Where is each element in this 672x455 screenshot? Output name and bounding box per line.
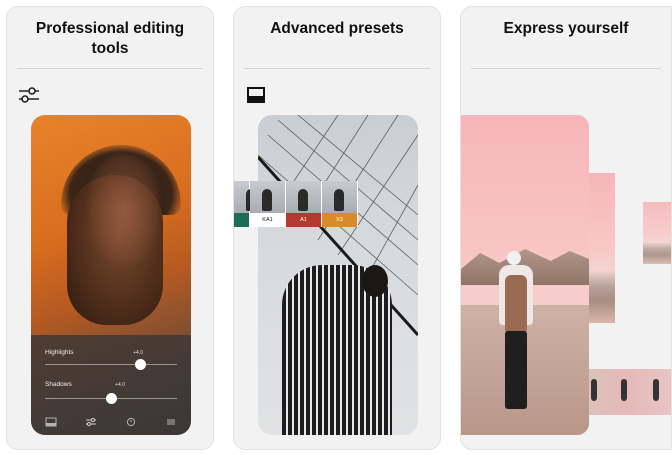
slider-label-shadows: Shadows — [45, 381, 72, 388]
editor-phone-screen: Highlights +4.0 Shadows +4.0 — [31, 115, 191, 435]
slider-value-highlights: +4.0 — [133, 350, 143, 356]
slider-knob-highlights[interactable] — [134, 359, 146, 370]
editor-toolbar — [31, 415, 191, 429]
slider-value-shadows: +4.0 — [115, 382, 125, 388]
presets-icon[interactable] — [45, 417, 57, 427]
preset-strip: KA1 A1 X3 — [234, 181, 358, 227]
presets-phone-screen — [258, 115, 418, 435]
preset-thumbnail-ka1[interactable]: KA1 — [250, 181, 286, 227]
adjustment-panel: Highlights +4.0 Shadows +4.0 — [31, 335, 191, 435]
feature-card-advanced-presets: Advanced presets KA1 A1 X3 — [233, 6, 441, 450]
preset-thumbnail-x3[interactable]: X3 — [322, 181, 358, 227]
divider — [471, 68, 661, 69]
card-title: Professional editing tools — [35, 20, 185, 57]
collage-main-photo — [461, 115, 589, 435]
collage-layer — [585, 173, 615, 323]
divider — [244, 68, 430, 69]
slider-label-highlights: Highlights — [45, 349, 74, 356]
photo-subject-head — [362, 265, 388, 297]
presets-icon — [247, 87, 265, 103]
sliders-icon[interactable] — [85, 417, 97, 427]
history-icon[interactable] — [125, 417, 137, 427]
card-title: Advanced presets — [270, 20, 404, 37]
slider-knob-shadows[interactable] — [105, 393, 117, 404]
sliders-icon — [19, 87, 39, 103]
card-title: Express yourself — [503, 20, 629, 37]
preset-thumbnail[interactable] — [234, 181, 256, 227]
collage-layer — [643, 202, 671, 264]
feature-card-editing-tools: Professional editing tools Highlights +4… — [6, 6, 214, 450]
preset-thumbnail-a1[interactable]: A1 — [286, 181, 322, 227]
collage-filmstrip — [583, 369, 671, 415]
export-icon[interactable] — [165, 417, 177, 427]
slider-track-highlights[interactable] — [45, 364, 177, 365]
divider — [17, 68, 203, 69]
photo-hand — [89, 155, 159, 265]
feature-card-express-yourself: Express yourself — [460, 6, 672, 450]
